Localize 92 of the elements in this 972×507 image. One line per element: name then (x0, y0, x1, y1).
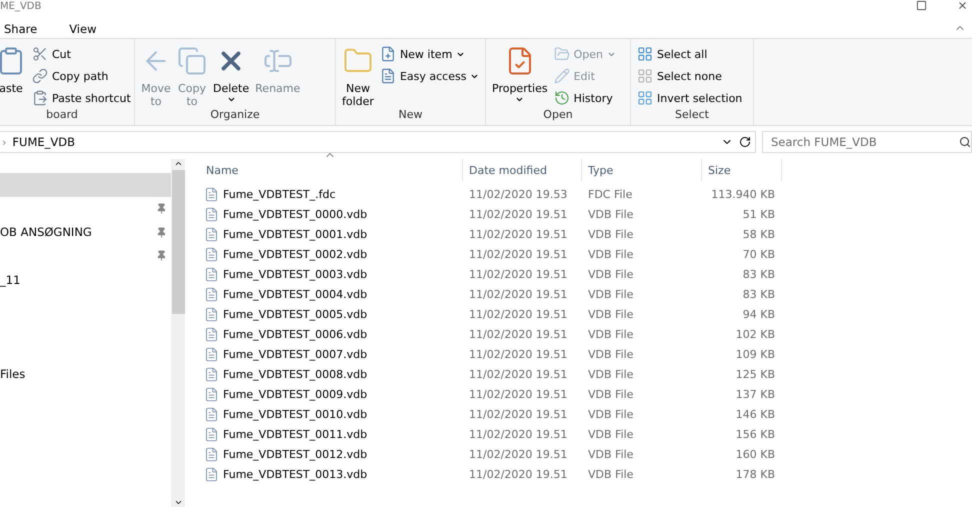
ribbon-button[interactable]: New folder (340, 42, 376, 108)
table-cell-text: 125 KB (734, 368, 775, 380)
file-name[interactable]: Fume_VDBTEST_0006.vdb (200, 326, 463, 342)
table-cell-text: 11/02/2020 19.51 (468, 428, 568, 440)
window-title: ME_VDB (0, 1, 42, 12)
table-cell-text: 11/02/2020 19.51 (468, 388, 568, 400)
table-cell-text: 160 KB (734, 448, 775, 460)
column-header[interactable]: Date modified (463, 159, 582, 181)
table-cell-text: VDB File (587, 468, 634, 480)
ribbon-tab[interactable]: Share (0, 18, 42, 38)
file-name[interactable]: Fume_VDBTEST_0003.vdb (200, 266, 463, 282)
path-text: FUME_VDB (12, 135, 75, 149)
table-cell-text: VDB File (587, 268, 634, 280)
table-cell-text: VDB File (587, 248, 634, 260)
table-cell-text: 11/02/2020 19.51 (468, 248, 568, 260)
table-cell-text: 11/02/2020 19.51 (468, 368, 568, 380)
file-name[interactable]: Fume_VDBTEST_0005.vdb (200, 306, 463, 322)
table-cell-text: 137 KB (734, 388, 775, 400)
table-cell-text: VDB File (587, 448, 634, 460)
table-cell-text: VDB File (587, 288, 634, 300)
file-name[interactable]: Fume_VDBTEST_0008.vdb (200, 366, 463, 382)
file-name[interactable]: Fume_VDBTEST_.fdc (200, 186, 463, 202)
table-cell-text: 113.940 KB (710, 188, 775, 200)
group-label: Open (542, 108, 574, 123)
table-cell-text: VDB File (587, 208, 634, 220)
ribbon-button[interactable]: Delete (211, 42, 252, 108)
ribbon-button[interactable]: Easy access (378, 66, 482, 86)
file-name[interactable]: Fume_VDBTEST_0007.vdb (200, 346, 463, 362)
table-cell-text: 156 KB (734, 428, 775, 440)
table-cell-text: 51 KB (742, 208, 775, 220)
table-cell-text: 11/02/2020 19.51 (468, 288, 568, 300)
ribbon-button[interactable]: New item (378, 44, 482, 64)
column-header[interactable]: Name (200, 159, 463, 181)
table-cell-text: 178 KB (734, 468, 775, 480)
search-field[interactable]: Search FUME_VDB (762, 131, 972, 153)
group-label: New (398, 108, 424, 123)
ribbon-tab[interactable]: View (65, 18, 100, 38)
table-cell-text: VDB File (587, 428, 634, 440)
table-cell-text: 70 KB (742, 248, 775, 260)
table-cell-text: 11/02/2020 19.51 (468, 308, 568, 320)
file-name[interactable]: Fume_VDBTEST_0009.vdb (200, 386, 463, 402)
table-cell-text: 109 KB (734, 348, 775, 360)
ribbon-button[interactable]: Properties (490, 42, 550, 108)
table-cell-text: VDB File (587, 228, 634, 240)
file-name[interactable]: Fume_VDBTEST_0013.vdb (200, 466, 463, 482)
ribbon-button[interactable]: Copy path (30, 66, 133, 86)
table-cell-text: 11/02/2020 19.51 (468, 408, 568, 420)
file-name[interactable]: Fume_VDBTEST_0002.vdb (200, 246, 463, 262)
table-cell-text: 11/02/2020 19.53 (468, 188, 568, 200)
table-cell-text: 94 KB (742, 308, 775, 320)
ribbon-button[interactable]: Invert selection (635, 88, 744, 108)
file-name[interactable]: Fume_VDBTEST_0011.vdb (200, 426, 463, 442)
nav-item[interactable]: _11 (0, 268, 171, 292)
table-cell-text: VDB File (587, 328, 634, 340)
address-bar[interactable]: › FUME_VDB (0, 131, 756, 153)
table-cell-text: VDB File (587, 308, 634, 320)
table-cell-text: 11/02/2020 19.51 (468, 448, 568, 460)
group-label: Organize (209, 108, 261, 123)
table-cell-text: VDB File (587, 348, 634, 360)
table-cell-text: 11/02/2020 19.51 (468, 468, 568, 480)
file-name[interactable]: Fume_VDBTEST_0001.vdb (200, 226, 463, 242)
ribbon-button[interactable]: Select none (635, 66, 744, 86)
file-name[interactable]: Fume_VDBTEST_0010.vdb (200, 406, 463, 422)
table-cell-text: 58 KB (742, 228, 775, 240)
column-header[interactable]: Type (582, 159, 702, 181)
group-label: board (45, 108, 79, 123)
breadcrumb-separator: › (2, 136, 6, 148)
table-cell-text: VDB File (587, 368, 634, 380)
file-name[interactable]: Fume_VDBTEST_0004.vdb (200, 286, 463, 302)
table-cell-text: 11/02/2020 19.51 (468, 208, 568, 220)
column-header[interactable]: Size (702, 159, 782, 181)
ribbon-button[interactable]: History (552, 88, 618, 108)
table-cell-text: 83 KB (742, 268, 775, 280)
table-cell-text: FDC File (587, 188, 634, 200)
nav-item[interactable]: OB ANSØGNING (0, 220, 171, 244)
table-cell-text: 102 KB (734, 328, 775, 340)
file-name[interactable]: Fume_VDBTEST_0012.vdb (200, 446, 463, 462)
table-cell-text: VDB File (587, 388, 634, 400)
table-cell-text: 11/02/2020 19.51 (468, 328, 568, 340)
ribbon-button[interactable]: Paste shortcut (30, 88, 133, 108)
group-label: Select (674, 108, 710, 123)
ribbon-button[interactable]: aste (0, 42, 28, 108)
ribbon-button[interactable]: Select all (635, 44, 744, 64)
ribbon-button[interactable]: Cut (30, 44, 133, 64)
table-cell-text: VDB File (587, 408, 634, 420)
table-cell-text: 11/02/2020 19.51 (468, 348, 568, 360)
file-name[interactable]: Fume_VDBTEST_0000.vdb (200, 206, 463, 222)
table-cell-text: 146 KB (734, 408, 775, 420)
table-cell-text: 83 KB (742, 288, 775, 300)
nav-item[interactable]: Files (0, 362, 171, 386)
table-cell-text: 11/02/2020 19.51 (468, 228, 568, 240)
table-cell-text: 11/02/2020 19.51 (468, 268, 568, 280)
